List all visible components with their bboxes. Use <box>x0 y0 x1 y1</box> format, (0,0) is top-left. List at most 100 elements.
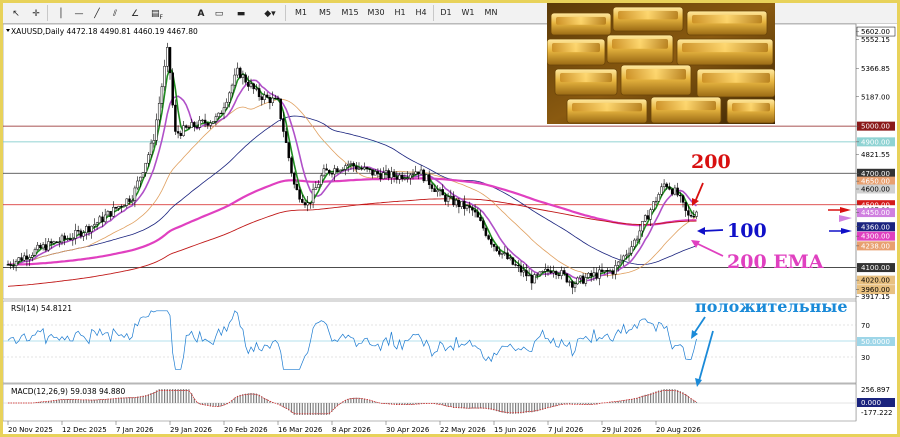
candle <box>446 196 450 202</box>
candle <box>444 194 447 202</box>
candle <box>368 168 372 170</box>
date-label: 20 Feb 2026 <box>224 426 268 434</box>
candle <box>438 189 442 191</box>
candle <box>87 226 91 232</box>
candle <box>687 210 690 216</box>
candle <box>236 67 239 76</box>
candle <box>492 244 496 247</box>
candle <box>141 172 145 178</box>
candle <box>163 65 166 87</box>
date-axis: 20 Nov 2025 12 Dec 2025 7 Jan 2026 29 Jan 2… <box>7 421 701 434</box>
candle <box>306 202 309 206</box>
candle <box>112 206 115 217</box>
label-200-ema: 200 EMA <box>727 251 824 273</box>
rsi-header: RSI(14) 54.8121 <box>11 304 72 313</box>
candle <box>425 174 428 182</box>
candle <box>263 94 266 101</box>
candle <box>58 241 61 244</box>
candle <box>641 221 644 232</box>
candle <box>265 94 269 98</box>
candle <box>49 241 53 244</box>
candle <box>430 184 434 189</box>
candle <box>365 167 369 170</box>
candle <box>427 174 431 185</box>
candle <box>85 226 88 234</box>
candle <box>39 244 42 249</box>
candle <box>400 174 404 180</box>
label-100: 100 <box>727 220 767 242</box>
candle <box>546 268 550 272</box>
candle <box>287 142 291 159</box>
candle <box>220 112 223 115</box>
candle <box>68 238 72 240</box>
candle <box>160 86 164 104</box>
candle <box>336 168 339 172</box>
candle <box>449 195 453 198</box>
candle <box>527 274 531 277</box>
candle <box>363 167 366 170</box>
candle <box>203 119 207 124</box>
candle <box>692 216 696 218</box>
candle <box>171 72 174 106</box>
candle <box>274 97 277 100</box>
macd-header: MACD(12,26,9) 59.038 94.880 <box>11 387 125 396</box>
candle <box>44 244 48 251</box>
candle <box>581 275 585 284</box>
date-label: 16 Mar 2026 <box>278 426 323 434</box>
candle <box>395 176 399 180</box>
candle <box>630 246 633 254</box>
candle <box>525 270 528 277</box>
candle <box>506 252 509 260</box>
label-positive: положительные <box>695 297 848 316</box>
date-label: 15 Jun 2026 <box>494 426 537 434</box>
candle <box>103 214 107 223</box>
candle <box>36 244 39 250</box>
rsi-level-70: 70 <box>861 322 870 330</box>
candle <box>82 232 85 237</box>
candle <box>535 274 539 276</box>
candle <box>679 194 682 197</box>
candle <box>325 168 328 171</box>
price-label: 4100.00 <box>861 264 890 272</box>
candle <box>465 205 469 209</box>
candle <box>417 171 420 175</box>
candle <box>241 74 245 78</box>
candle <box>657 194 660 202</box>
candle <box>484 227 488 236</box>
price-label: 4900.00 <box>861 138 890 146</box>
candle <box>276 97 280 100</box>
candle <box>579 275 582 279</box>
candle <box>233 74 237 86</box>
candle <box>476 211 480 218</box>
candle <box>330 173 334 175</box>
candle <box>673 187 677 195</box>
candle <box>55 241 58 243</box>
price-axis: 5602.005552.15 5366.85 5187.00 5000.00 4900.… <box>856 26 896 301</box>
candle <box>603 270 606 272</box>
candle <box>25 255 29 260</box>
candle <box>125 198 129 206</box>
candle <box>301 199 304 203</box>
candle <box>128 198 131 202</box>
arrow-100-icon <box>702 229 724 232</box>
candle <box>360 168 363 170</box>
candle <box>573 283 577 288</box>
macd-level-top: 256.897 <box>861 386 890 394</box>
candle <box>303 202 307 206</box>
candle <box>649 209 652 220</box>
candle <box>244 74 247 83</box>
candle <box>20 257 23 261</box>
candle <box>152 140 156 144</box>
candle <box>101 216 104 223</box>
candle <box>90 225 93 232</box>
date-label: 22 May 2026 <box>440 426 486 434</box>
price-label: 5366.85 <box>861 65 890 73</box>
candle <box>695 211 698 217</box>
candle <box>139 176 142 182</box>
candle <box>136 180 139 189</box>
candle <box>498 250 501 255</box>
gold-bars-image <box>547 3 775 124</box>
candle <box>155 119 158 141</box>
candle <box>211 121 215 124</box>
macd-panel[interactable] <box>3 383 857 422</box>
